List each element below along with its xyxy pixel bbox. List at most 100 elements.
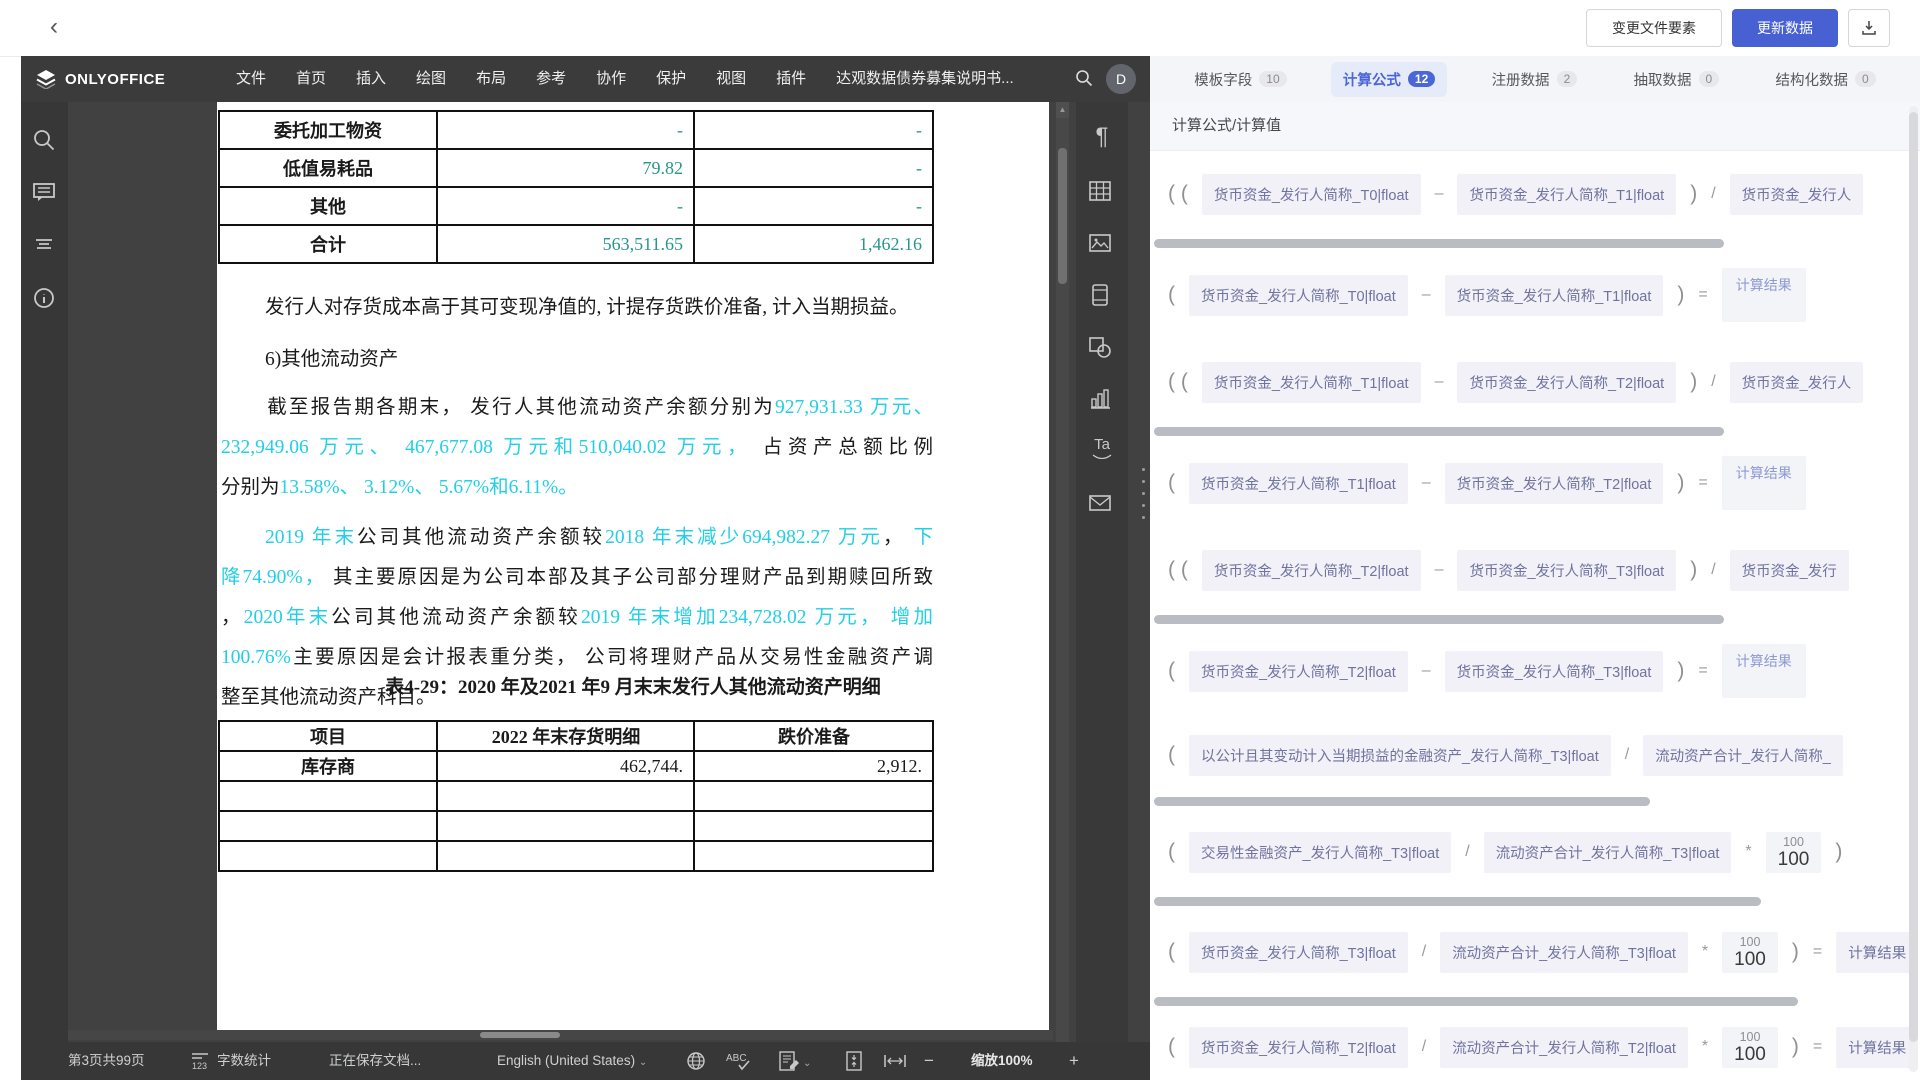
fit-width-icon[interactable] [883, 1050, 905, 1072]
field-chip[interactable]: 货币资金_发行人简称_T1|float [1445, 275, 1664, 316]
scrollbar-thumb[interactable] [1154, 427, 1724, 436]
calc-result-chip[interactable]: 计算结果 [1722, 456, 1806, 510]
field-chip[interactable]: 计算结果 [1836, 932, 1918, 973]
tab-计算公式[interactable]: 计算公式12 [1331, 62, 1447, 97]
field-chip[interactable]: 以公计且其变动计入当期损益的金融资产_发行人简称_T3|float [1189, 735, 1611, 776]
menu-item-4[interactable]: 布局 [461, 56, 521, 102]
document-vertical-scrollbar[interactable]: ▲ [1056, 102, 1069, 1042]
table-row: 低值易耗品79.82- [219, 149, 933, 187]
field-chip[interactable]: 流动资产合计_发行人简称_T2|float [1440, 1027, 1688, 1068]
avatar[interactable]: D [1106, 64, 1136, 94]
field-chip[interactable]: 货币资金_发行人简称_T2|float [1189, 1027, 1408, 1068]
menu-item-7[interactable]: 保护 [641, 56, 701, 102]
field-chip[interactable]: 货币资金_发行人简称_T0|float [1189, 275, 1408, 316]
image-settings-icon[interactable] [1087, 230, 1117, 260]
download-button[interactable] [1848, 9, 1890, 47]
search-icon[interactable] [1074, 68, 1094, 88]
formula-horizontal-scrollbar[interactable] [1150, 895, 1920, 909]
menu-item-5[interactable]: 参考 [521, 56, 581, 102]
menu-item-10[interactable]: 达观数据债券募集说明书... [821, 56, 1029, 102]
word-count-icon[interactable]: 123 [189, 1050, 211, 1072]
field-chip[interactable]: 货币资金_发行人简称_T2|float [1189, 651, 1408, 692]
scroll-up-icon[interactable]: ▲ [1056, 102, 1069, 118]
shape-settings-icon[interactable] [1087, 334, 1117, 364]
scrollbar-thumb[interactable] [1154, 615, 1724, 624]
search-icon[interactable] [30, 126, 58, 154]
field-chip[interactable]: 货币资金_发行 [1730, 550, 1849, 591]
menu-item-0[interactable]: 文件 [221, 56, 281, 102]
spellcheck-language-icon[interactable] [685, 1050, 707, 1072]
field-chip[interactable]: 货币资金_发行人简称_T3|float [1445, 651, 1664, 692]
mailmerge-icon[interactable] [1087, 490, 1117, 520]
field-chip[interactable]: 货币资金_发行人 [1730, 174, 1864, 215]
field-chip[interactable]: 流动资产合计_发行人简称_T3|float [1484, 832, 1732, 873]
formula-horizontal-scrollbar[interactable] [1150, 425, 1920, 439]
language-selector[interactable]: English (United States) ⌄ [497, 1042, 647, 1080]
menu-item-1[interactable]: 首页 [281, 56, 341, 102]
zoom-in-button[interactable]: + [1069, 1042, 1079, 1080]
menu-item-3[interactable]: 绘图 [401, 56, 461, 102]
fraction-chip[interactable]: 100100 [1766, 832, 1822, 873]
textart-settings-icon[interactable]: Ta [1087, 436, 1117, 466]
field-chip[interactable]: 交易性金融资产_发行人简称_T3|float [1189, 832, 1451, 873]
field-chip[interactable]: 货币资金_发行人简称_T1|float [1189, 463, 1408, 504]
field-chip[interactable]: 流动资产合计_发行人简称_ [1643, 735, 1843, 776]
headerfooter-settings-icon[interactable] [1087, 282, 1117, 312]
document-page[interactable]: 委托加工物资--低值易耗品79.82-其他--合计563,511.651,462… [217, 102, 1049, 1034]
menu-item-8[interactable]: 视图 [701, 56, 761, 102]
tab-结构化数据[interactable]: 结构化数据0 [1764, 62, 1888, 97]
field-chip[interactable]: 流动资产合计_发行人简称_T3|float [1440, 932, 1688, 973]
field-chip[interactable]: 货币资金_发行人简称_T3|float [1457, 550, 1676, 591]
paragraph-settings-icon[interactable]: ¶ [1087, 122, 1117, 152]
about-icon[interactable] [30, 284, 58, 312]
table-settings-icon[interactable] [1087, 178, 1117, 208]
formula-horizontal-scrollbar[interactable] [1150, 995, 1920, 1009]
field-chip[interactable]: 货币资金_发行人简称_T2|float [1202, 550, 1421, 591]
calc-result-chip[interactable]: 计算结果 [1722, 268, 1806, 322]
scrollbar-thumb[interactable] [1058, 148, 1067, 284]
scrollbar-thumb[interactable] [480, 1032, 560, 1038]
chart-settings-icon[interactable] [1087, 386, 1117, 416]
fit-page-icon[interactable] [843, 1050, 865, 1072]
field-chip[interactable]: 货币资金_发行人简称_T2|float [1445, 463, 1664, 504]
document-horizontal-scrollbar[interactable] [68, 1030, 1053, 1040]
scrollbar-thumb[interactable] [1909, 112, 1918, 1042]
scrollbar-thumb[interactable] [1154, 897, 1761, 906]
menu-item-6[interactable]: 协作 [581, 56, 641, 102]
formula-horizontal-scrollbar[interactable] [1150, 237, 1920, 251]
scrollbar-thumb[interactable] [1154, 239, 1724, 248]
comments-icon[interactable] [30, 178, 58, 206]
change-file-elements-button[interactable]: 变更文件要素 [1586, 9, 1722, 47]
back-icon[interactable]: ‹ [40, 14, 68, 42]
field-chip[interactable]: 货币资金_发行人简称_T3|float [1189, 932, 1408, 973]
update-data-button[interactable]: 更新数据 [1732, 9, 1838, 47]
zoom-out-button[interactable]: − [924, 1042, 934, 1080]
field-chip[interactable]: 货币资金_发行人简称_T0|float [1202, 174, 1421, 215]
navigation-icon[interactable] [30, 230, 58, 258]
tab-模板字段[interactable]: 模板字段10 [1182, 62, 1298, 97]
formula-row: (货币资金_发行人简称_T1|float–货币资金_发行人简称_T2|float… [1150, 439, 1920, 527]
scrollbar-thumb[interactable] [1154, 797, 1650, 806]
calc-result-chip[interactable]: 计算结果 [1722, 644, 1806, 698]
panel-vertical-scrollbar[interactable] [1909, 106, 1918, 1072]
page-indicator[interactable]: 第3页共99页 [68, 1042, 145, 1080]
menu-item-2[interactable]: 插入 [341, 56, 401, 102]
formula-horizontal-scrollbar[interactable] [1150, 613, 1920, 627]
field-chip[interactable]: 货币资金_发行人 [1730, 362, 1864, 403]
field-chip[interactable]: 货币资金_发行人简称_T2|float [1457, 362, 1676, 403]
fraction-chip[interactable]: 100100 [1722, 932, 1778, 973]
track-changes-icon[interactable]: ⌄ [779, 1050, 813, 1072]
scrollbar-thumb[interactable] [1154, 997, 1798, 1006]
field-chip[interactable]: 货币资金_发行人简称_T1|float [1457, 174, 1676, 215]
fraction-chip[interactable]: 100100 [1722, 1027, 1778, 1068]
table-cell [219, 811, 437, 841]
panel-resize-handle[interactable] [1140, 468, 1146, 578]
tab-注册数据[interactable]: 注册数据2 [1480, 62, 1590, 97]
word-count-label[interactable]: 字数统计 [217, 1042, 271, 1080]
tab-抽取数据[interactable]: 抽取数据0 [1622, 62, 1732, 97]
spellcheck-icon[interactable]: ABC [726, 1050, 748, 1072]
field-chip[interactable]: 计算结果 [1836, 1027, 1918, 1068]
field-chip[interactable]: 货币资金_发行人简称_T1|float [1202, 362, 1421, 403]
formula-horizontal-scrollbar[interactable] [1150, 795, 1920, 809]
menu-item-9[interactable]: 插件 [761, 56, 821, 102]
